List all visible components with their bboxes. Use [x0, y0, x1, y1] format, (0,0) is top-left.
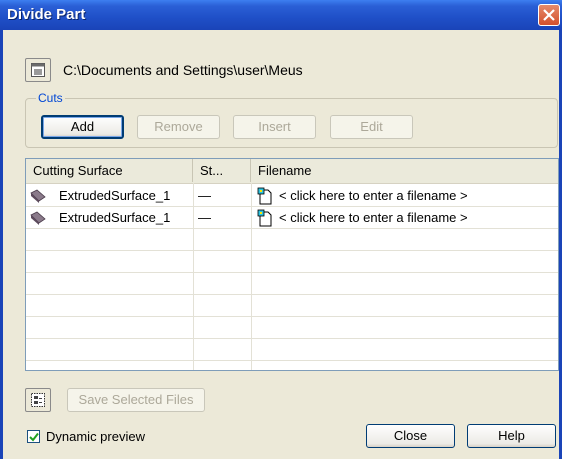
- column-filename[interactable]: Filename: [251, 159, 558, 182]
- table-row-empty: [26, 251, 558, 273]
- status-cell: —: [198, 210, 211, 225]
- table-header: Cutting Surface St... Filename: [26, 159, 558, 184]
- filename-cell[interactable]: < click here to enter a filename >: [279, 207, 468, 228]
- table-row[interactable]: ExtrudedSurface_1 — < click here to ente…: [26, 185, 558, 207]
- checkmark-icon: [29, 432, 39, 442]
- extruded-surface-icon: [30, 188, 46, 204]
- table-row-empty: [26, 339, 558, 361]
- insert-button[interactable]: Insert: [233, 115, 316, 139]
- close-icon: [543, 9, 555, 21]
- help-button[interactable]: Help: [467, 424, 556, 448]
- save-path-label: C:\Documents and Settings\user\Meus: [63, 62, 303, 78]
- cutting-surface-cell: ExtrudedSurface_1: [59, 188, 171, 203]
- cuts-group-label: Cuts: [36, 91, 65, 105]
- select-tree-icon: [31, 393, 45, 407]
- window-close-button[interactable]: [538, 4, 560, 26]
- browse-folder-button[interactable]: [25, 58, 51, 82]
- extruded-surface-icon: [30, 210, 46, 226]
- table-row-empty: [26, 273, 558, 295]
- cutting-surface-cell: ExtrudedSurface_1: [59, 210, 171, 225]
- filename-cell[interactable]: < click here to enter a filename >: [279, 185, 468, 206]
- table-row[interactable]: ExtrudedSurface_1 — < click here to ente…: [26, 207, 558, 229]
- dynamic-preview-label[interactable]: Dynamic preview: [46, 429, 145, 444]
- select-tree-button[interactable]: [25, 388, 51, 412]
- table-row-empty: [26, 317, 558, 339]
- folder-browse-icon: [31, 63, 45, 77]
- table-row-empty: [26, 295, 558, 317]
- column-cutting-surface[interactable]: Cutting Surface: [26, 159, 193, 182]
- window-title: Divide Part: [7, 6, 86, 23]
- remove-button[interactable]: Remove: [137, 115, 220, 139]
- column-status[interactable]: St...: [193, 159, 251, 182]
- table-row-empty: [26, 229, 558, 251]
- save-selected-files-button[interactable]: Save Selected Files: [67, 388, 205, 412]
- title-bar: Divide Part: [0, 0, 562, 30]
- part-file-icon: [257, 187, 273, 205]
- dynamic-preview-checkbox[interactable]: [27, 430, 40, 443]
- part-file-icon: [257, 209, 273, 227]
- add-button[interactable]: Add: [41, 115, 124, 139]
- status-cell: —: [198, 188, 211, 203]
- close-button[interactable]: Close: [366, 424, 455, 448]
- cuts-table[interactable]: Cutting Surface St... Filename ExtrudedS…: [25, 158, 559, 371]
- edit-button[interactable]: Edit: [330, 115, 413, 139]
